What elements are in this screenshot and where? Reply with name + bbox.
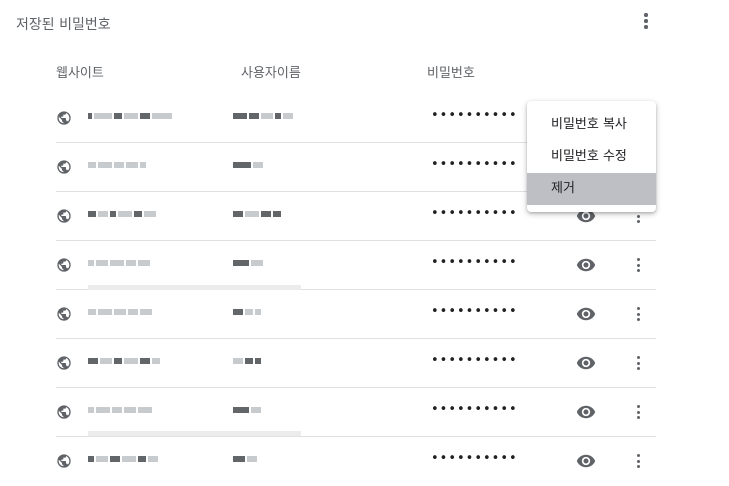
password-row: ••••••••••: [56, 388, 656, 437]
column-header-website: 웹사이트: [56, 66, 104, 81]
redaction-bar: [88, 285, 301, 290]
eye-icon[interactable]: [576, 304, 596, 324]
password-masked: ••••••••••: [431, 157, 518, 172]
section-title: 저장된 비밀번호: [16, 17, 111, 33]
more-vert-icon[interactable]: [632, 253, 644, 277]
eye-icon[interactable]: [576, 402, 596, 422]
more-vert-icon[interactable]: [632, 449, 644, 473]
globe-icon: [57, 160, 71, 174]
password-row: ••••••••••: [56, 290, 656, 339]
website-redacted[interactable]: [88, 356, 160, 366]
password-masked: ••••••••••: [431, 451, 518, 466]
column-header-username: 사용자이름: [241, 66, 301, 81]
website-redacted[interactable]: [88, 160, 146, 170]
username-redacted: [233, 111, 293, 121]
more-vert-icon[interactable]: [632, 400, 644, 424]
username-redacted: [233, 209, 281, 219]
globe-icon: [57, 405, 71, 419]
redaction-bar: [88, 431, 301, 436]
globe-icon: [57, 454, 71, 468]
menu-item-edit-password[interactable]: 비밀번호 수정: [527, 141, 656, 173]
eye-icon[interactable]: [576, 353, 596, 373]
eye-icon[interactable]: [576, 255, 596, 275]
username-redacted: [233, 160, 263, 170]
password-row: ••••••••••: [56, 437, 656, 485]
menu-item-copy-password[interactable]: 비밀번호 복사: [527, 109, 656, 141]
password-row: ••••••••••: [56, 241, 656, 290]
password-masked: ••••••••••: [431, 402, 518, 417]
globe-icon: [57, 209, 71, 223]
globe-icon: [57, 258, 71, 272]
website-redacted[interactable]: [88, 111, 172, 121]
more-vert-icon[interactable]: [632, 302, 644, 326]
username-redacted: [233, 405, 261, 415]
password-masked: ••••••••••: [431, 206, 518, 221]
password-masked: ••••••••••: [431, 108, 518, 123]
context-menu: 비밀번호 복사 비밀번호 수정 제거: [527, 101, 656, 212]
globe-icon: [57, 111, 71, 125]
website-redacted[interactable]: [88, 454, 158, 464]
website-redacted[interactable]: [88, 209, 156, 219]
password-row: ••••••••••: [56, 339, 656, 388]
website-redacted[interactable]: [88, 405, 152, 415]
username-redacted: [233, 454, 257, 464]
globe-icon: [57, 356, 71, 370]
password-masked: ••••••••••: [431, 255, 518, 270]
username-redacted: [233, 258, 263, 268]
eye-icon[interactable]: [576, 451, 596, 471]
menu-item-remove[interactable]: 제거: [527, 173, 656, 205]
password-masked: ••••••••••: [431, 353, 518, 368]
more-vert-icon[interactable]: [636, 10, 656, 32]
password-masked: ••••••••••: [431, 304, 518, 319]
column-header-password: 비밀번호: [427, 66, 475, 81]
website-redacted[interactable]: [88, 258, 150, 268]
globe-icon: [57, 307, 71, 321]
username-redacted: [233, 307, 261, 317]
username-redacted: [233, 356, 261, 366]
more-vert-icon[interactable]: [632, 351, 644, 375]
website-redacted[interactable]: [88, 307, 152, 317]
